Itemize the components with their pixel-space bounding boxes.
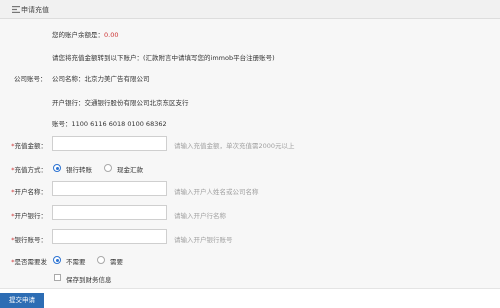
balance-row: 您的账户余额是：0.00 [52,29,118,39]
company-name: 公司名称：北京力美广告有限公司 [52,75,150,83]
transfer-notice: 请您将充值金额转到以下账户：(汇款附言中请填写您的immob平台注册账号) [52,54,275,62]
radio-bank-transfer[interactable] [53,164,61,172]
account-number-label: *银行账号： [11,236,47,244]
account-name-hint: 请输入开户人姓名或公司名称 [174,188,259,196]
account-bank-input[interactable] [52,205,167,220]
method-label: *充值方式： [11,166,47,174]
radio-invoice-yes[interactable] [97,256,105,264]
amount-input[interactable] [52,136,167,151]
recharge-form-panel: 您的账户余额是：0.00 请您将充值金额转到以下账户：(汇款附言中请填写您的im… [0,19,500,289]
account-number-hint: 请输入开户银行账号 [174,236,233,244]
account-number-input[interactable] [52,229,167,244]
radio-invoice-no[interactable] [53,256,61,264]
company-account-label: 公司账号： [14,75,47,83]
radio-invoice-yes-label: 需要 [110,258,123,266]
radio-invoice-no-label: 不需要 [66,258,86,266]
radio-bank-transfer-label: 银行转账 [66,166,92,174]
page-title: 申请充值 [21,6,49,14]
save-finance-label: 保存到财务信息 [66,276,112,284]
account-bank-hint: 请输入开户行名称 [174,212,226,220]
amount-label: *充值金额： [11,142,47,150]
account-name-input[interactable] [52,181,167,196]
submit-button[interactable]: 提交申请 [0,293,44,308]
save-finance-checkbox[interactable] [54,274,61,281]
page-header: 申请充值 [0,0,500,19]
balance-label: 您的账户余额是： [52,31,104,39]
radio-cash-remit[interactable] [104,164,112,172]
recharge-list-icon [12,6,20,13]
amount-hint: 请输入充值金额，单次充值需2000元以上 [174,142,295,150]
company-bank: 开户银行：交通银行股份有限公司北京东区支行 [52,99,189,107]
account-bank-label: *开户银行： [11,212,47,220]
radio-cash-remit-label: 现金汇款 [117,166,143,174]
balance-value: 0.00 [104,31,119,39]
invoice-label: *是否需要发 [11,258,47,266]
account-name-label: *开户名称： [11,188,47,196]
company-account-number: 账号：1100 6116 6018 0100 68362 [52,120,167,128]
